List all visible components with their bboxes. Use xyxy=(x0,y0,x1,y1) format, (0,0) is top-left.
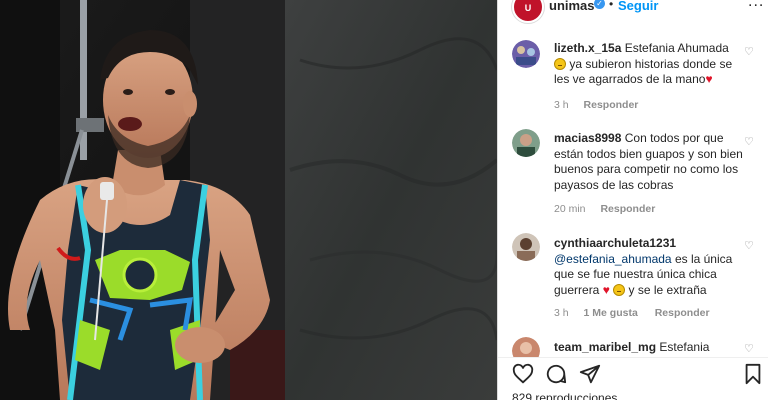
reply-button[interactable]: Responder xyxy=(584,99,639,111)
commenter-avatar[interactable] xyxy=(512,129,540,157)
emoji-face-icon xyxy=(554,57,566,70)
post-video[interactable] xyxy=(0,0,497,400)
follow-button[interactable]: Seguir xyxy=(618,0,658,13)
reply-button[interactable]: Responder xyxy=(655,307,710,319)
post-actions-bar: 829 reproducciones xyxy=(498,357,768,400)
comment-username[interactable]: lizeth.x_15a xyxy=(554,41,621,55)
verified-badge-icon: ✓ xyxy=(594,0,605,9)
video-frame xyxy=(0,0,497,400)
comment-mention: Estefania Ahumada xyxy=(624,41,729,55)
post-header: U unimas ✓ • Seguir ... xyxy=(498,0,768,23)
paper-plane-icon[interactable] xyxy=(579,363,601,385)
heart-icon[interactable] xyxy=(512,363,534,385)
commenter-avatar[interactable] xyxy=(512,40,540,68)
emoji-face-icon xyxy=(613,283,626,296)
comment-time: 3 h xyxy=(554,307,569,319)
view-count[interactable]: 829 reproducciones xyxy=(512,391,617,400)
comment-mention-link[interactable]: @estefania_ahumada xyxy=(554,252,672,266)
comment-like-icon[interactable]: ♡ xyxy=(744,241,754,252)
comments-panel: U unimas ✓ • Seguir ... lizeth.x_15a Est… xyxy=(497,0,768,400)
comment-text: Estefania xyxy=(659,340,710,354)
commenter-avatar[interactable] xyxy=(512,233,540,261)
comment-time: 3 h xyxy=(554,99,569,111)
brand-logo-icon: U xyxy=(524,3,532,13)
more-options-icon[interactable]: ... xyxy=(748,0,764,11)
comment-likes-count[interactable]: 1 Me gusta xyxy=(584,307,638,319)
comment-username[interactable]: team_maribel_mg xyxy=(554,340,656,354)
bookmark-icon[interactable] xyxy=(742,363,764,385)
comment-username[interactable]: macias8998 xyxy=(554,131,621,145)
comment-text-end: y se le extraña xyxy=(628,282,707,297)
account-username[interactable]: unimas xyxy=(549,0,595,13)
separator-dot: • xyxy=(609,0,614,11)
comment-icon[interactable] xyxy=(545,363,567,385)
comment-like-icon[interactable]: ♡ xyxy=(744,47,754,58)
account-avatar[interactable]: U xyxy=(512,0,544,23)
comment-like-icon[interactable]: ♡ xyxy=(744,137,754,148)
comment-like-icon[interactable]: ♡ xyxy=(744,344,754,355)
comment-time: 20 min xyxy=(554,203,586,215)
reply-button[interactable]: Responder xyxy=(600,203,655,215)
red-heart-emoji-icon: ♥ xyxy=(602,282,610,297)
red-heart-emoji-icon: ♥ xyxy=(705,72,713,86)
comment-username[interactable]: cynthiaarchuleta1231 xyxy=(554,236,676,250)
